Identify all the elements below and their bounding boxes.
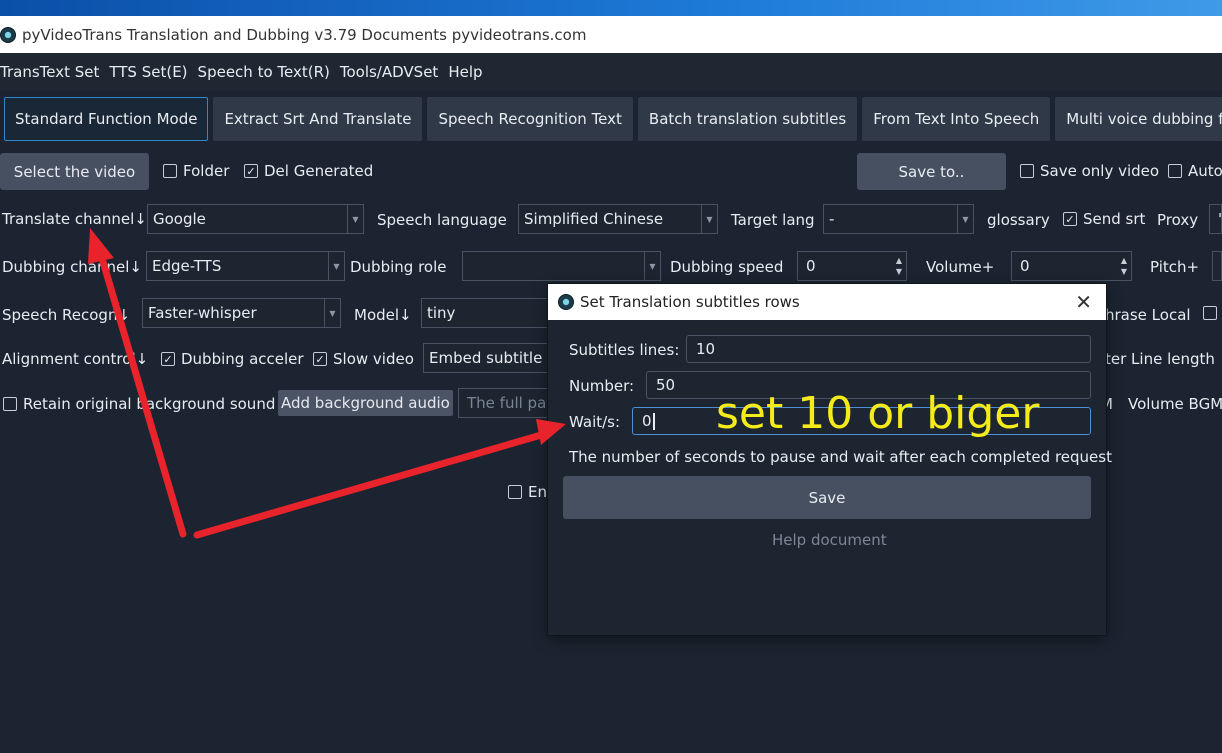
arrow-to-translate-channel [95,244,187,538]
arrow-to-wait-input [193,429,552,539]
arrowhead-icon [536,419,566,445]
annotation-arrows [88,228,566,539]
arrowhead-icon [88,228,114,264]
